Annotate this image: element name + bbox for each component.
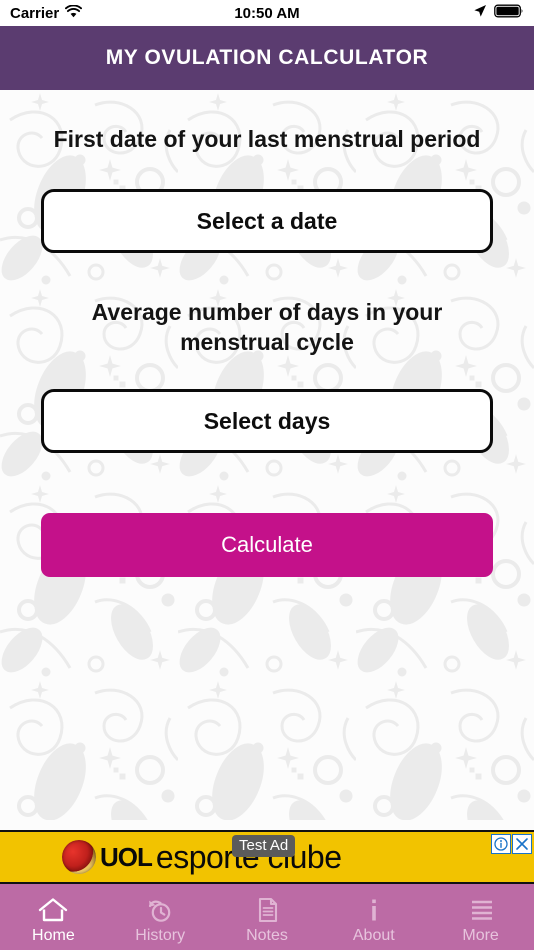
close-x-icon (516, 838, 528, 850)
notes-icon (252, 895, 282, 925)
tab-more[interactable]: More (427, 884, 534, 950)
status-bar-right (473, 4, 524, 22)
tab-history[interactable]: History (107, 884, 214, 950)
test-ad-badge: Test Ad (232, 835, 296, 857)
ad-banner[interactable]: UOL esporte clube Test Ad (0, 830, 534, 884)
tab-notes-label: Notes (246, 926, 288, 944)
bottom-tab-bar: Home History Notes About More (0, 884, 534, 950)
select-days-button[interactable]: Select days (41, 389, 493, 454)
home-icon (38, 895, 68, 925)
uol-sphere-logo-icon (62, 840, 96, 874)
status-bar-time: 10:50 AM (234, 4, 300, 22)
ad-brand-lockup: UOL (62, 840, 153, 874)
cycle-length-label: Average number of days in your menstrual… (91, 299, 443, 355)
ad-brand-text: UOL (100, 841, 153, 872)
lmp-label: First date of your last menstrual period (53, 126, 481, 152)
tab-about[interactable]: About (320, 884, 427, 950)
battery-full-icon (494, 4, 524, 22)
info-icon (359, 895, 389, 925)
tab-notes[interactable]: Notes (214, 884, 321, 950)
select-date-button[interactable]: Select a date (41, 189, 493, 254)
history-icon (145, 895, 175, 925)
app-header: MY OVULATION CALCULATOR (0, 26, 534, 90)
app-root: Carrier 10:50 AM MY OVULATION CALCULATOR… (0, 0, 534, 950)
tab-more-label: More (462, 926, 499, 944)
tab-about-label: About (352, 926, 395, 944)
tab-history-label: History (135, 926, 186, 944)
info-circle-icon (494, 837, 508, 851)
tab-home-label: Home (32, 926, 75, 944)
ad-controls (491, 834, 532, 854)
menu-icon (466, 895, 496, 925)
tab-home[interactable]: Home (0, 884, 107, 950)
form-container: First date of your last menstrual period… (0, 125, 534, 578)
calculate-button[interactable]: Calculate (41, 513, 493, 578)
location-arrow-icon (473, 4, 487, 22)
ad-info-button[interactable] (491, 834, 511, 854)
page-title: MY OVULATION CALCULATOR (105, 46, 429, 69)
status-bar: Carrier 10:50 AM (0, 0, 534, 26)
main-content: First date of your last menstrual period… (0, 90, 534, 830)
ad-close-button[interactable] (512, 834, 532, 854)
